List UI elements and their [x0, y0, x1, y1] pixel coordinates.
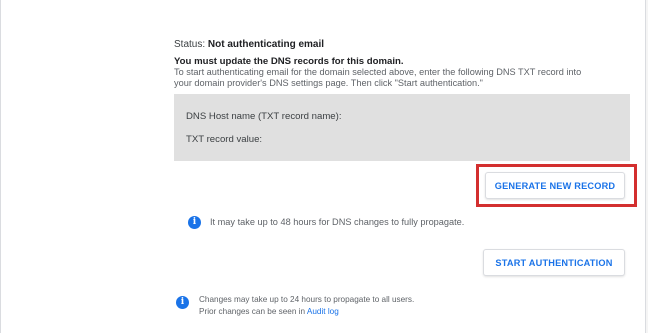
email-authentication-panel: Status: Not authenticating email You mus… — [0, 0, 646, 333]
status-value: Not authenticating email — [207, 39, 325, 50]
warning-title: You must update the DNS records for this… — [174, 56, 404, 67]
audit-log-link[interactable]: Audit log — [307, 307, 339, 316]
generate-new-record-button[interactable]: GENERATE NEW RECORD — [485, 172, 625, 199]
dns-host-name-label: DNS Host name (TXT record name): — [186, 111, 342, 122]
instructions-text: To start authenticating email for the do… — [174, 67, 582, 89]
info-icon: i — [188, 216, 201, 229]
footer-line-1: Changes may take up to 24 hours to propa… — [199, 295, 415, 304]
start-authentication-button[interactable]: START AUTHENTICATION — [483, 249, 625, 276]
instructions-line-2: your domain provider's DNS settings page… — [174, 78, 483, 88]
footer-notice: Changes may take up to 24 hours to propa… — [199, 294, 414, 318]
status-line: Status: Not authenticating email — [174, 39, 324, 50]
instructions-line-1: To start authenticating email for the do… — [174, 67, 582, 77]
propagation-notice: It may take up to 48 hours for DNS chang… — [210, 217, 465, 227]
info-icon: i — [176, 296, 189, 309]
status-label: Status: — [174, 39, 206, 50]
txt-record-value-label: TXT record value: — [186, 134, 263, 145]
footer-line-2-prefix: Prior changes can be seen in — [199, 307, 306, 316]
footer-line-2: Prior changes can be seen in Audit log — [199, 306, 414, 318]
dns-record-box: DNS Host name (TXT record name): TXT rec… — [174, 94, 630, 161]
